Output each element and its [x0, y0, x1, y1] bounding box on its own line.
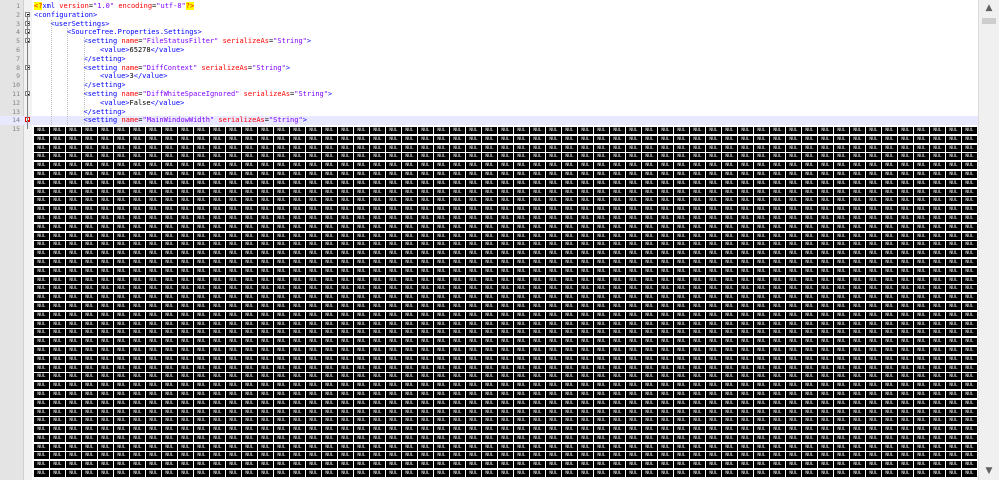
null-bytes-line: NUL NUL NUL NUL NUL NUL NUL NUL NUL NUL NUL NUL NUL N… [34, 399, 977, 409]
line-number: 7 [16, 54, 20, 63]
null-bytes-line: NUL NUL NUL NUL NUL NUL NUL NUL NUL NUL NUL NUL NUL N… [34, 320, 977, 330]
code-line[interactable]: 12 <value>False</value> [0, 99, 999, 108]
null-bytes-line: NUL NUL NUL NUL NUL NUL NUL NUL NUL NUL NUL NUL NUL N… [34, 390, 977, 400]
scroll-down-arrow-icon[interactable]: ▼ [979, 463, 999, 480]
null-bytes-line: NUL NUL NUL NUL NUL NUL NUL NUL NUL NUL NUL NUL NUL N… [34, 135, 977, 145]
null-bytes-line: NUL NUL NUL NUL NUL NUL NUL NUL NUL NUL NUL NUL NUL N… [34, 285, 977, 294]
null-bytes-line: NUL NUL NUL NUL NUL NUL NUL NUL NUL NUL NUL NUL NUL N… [34, 408, 977, 418]
null-bytes-line: NUL NUL NUL NUL NUL NUL NUL NUL NUL NUL NUL NUL NUL N… [34, 329, 977, 338]
line-number: 1 [16, 2, 20, 10]
code-line[interactable]: 9 <value>3</value> [0, 72, 999, 81]
indent-guide [50, 19, 53, 126]
line-number: 15 [12, 125, 20, 134]
code-text: </setting> [83, 54, 126, 63]
null-bytes-line: NUL NUL NUL NUL NUL NUL NUL NUL NUL NUL NUL NUL NUL N… [34, 382, 977, 391]
fold-guide-line [27, 14, 28, 130]
line-number: 6 [16, 46, 20, 54]
null-bytes-line: NUL NUL NUL NUL NUL NUL NUL NUL NUL NUL NUL NUL NUL N… [34, 170, 977, 180]
null-bytes-line: NUL NUL NUL NUL NUL NUL NUL NUL NUL NUL NUL NUL NUL N… [34, 355, 977, 365]
scroll-up-arrow-icon[interactable]: ▲ [979, 0, 999, 17]
code-text: <setting name="DiffContext" serializeAs=… [83, 63, 291, 72]
code-line[interactable]: 2 <configuration> [0, 11, 999, 20]
null-bytes-line: NUL NUL NUL NUL NUL NUL NUL NUL NUL NUL NUL NUL NUL N… [34, 267, 977, 277]
null-bytes-line: NUL NUL NUL NUL NUL NUL NUL NUL NUL NUL NUL NUL NUL N… [34, 144, 977, 154]
code-text: <setting name="DiffWhiteSpaceIgnored" se… [83, 90, 333, 98]
line-number: 12 [12, 98, 20, 107]
null-bytes-line: NUL NUL NUL NUL NUL NUL NUL NUL NUL NUL NUL NUL NUL N… [34, 276, 977, 286]
line-number: 9 [16, 72, 20, 81]
null-bytes-line: NUL NUL NUL NUL NUL NUL NUL NUL NUL NUL NUL NUL NUL N… [34, 214, 977, 224]
line-number: 4 [16, 28, 20, 37]
line-number: 5 [16, 37, 20, 46]
code-text: <?xml version="1.0" encoding="utf-8"?> [34, 2, 195, 10]
code-line[interactable]: 7 </setting> [0, 55, 999, 64]
line-number: 2 [16, 10, 20, 19]
null-bytes-line: NUL NUL NUL NUL NUL NUL NUL NUL NUL NUL NUL NUL NUL N… [34, 364, 977, 374]
null-bytes-line: NUL NUL NUL NUL NUL NUL NUL NUL NUL NUL NUL NUL NUL N… [34, 179, 977, 189]
null-bytes-line: NUL NUL NUL NUL NUL NUL NUL NUL NUL NUL NUL NUL NUL N… [34, 443, 977, 453]
null-bytes-line: NUL NUL NUL NUL NUL NUL NUL NUL NUL NUL NUL NUL NUL N… [34, 250, 977, 259]
null-bytes-line: NUL NUL NUL NUL NUL NUL NUL NUL NUL NUL NUL NUL NUL N… [34, 461, 977, 470]
null-bytes-line: NUL NUL NUL NUL NUL NUL NUL NUL NUL NUL NUL NUL NUL N… [34, 197, 977, 206]
line-number: 8 [16, 63, 20, 72]
null-bytes-line: NUL NUL NUL NUL NUL NUL NUL NUL NUL NUL NUL NUL NUL N… [34, 470, 977, 479]
null-bytes-line: NUL NUL NUL NUL NUL NUL NUL NUL NUL NUL NUL NUL NUL N… [34, 127, 977, 136]
null-bytes-line: NUL NUL NUL NUL NUL NUL NUL NUL NUL NUL NUL NUL NUL N… [34, 294, 977, 303]
null-bytes-line: NUL NUL NUL NUL NUL NUL NUL NUL NUL NUL NUL NUL NUL N… [34, 302, 977, 312]
code-text: <SourceTree.Properties.Settings> [67, 28, 202, 37]
null-bytes-line: NUL NUL NUL NUL NUL NUL NUL NUL NUL NUL NUL NUL NUL N… [34, 426, 977, 435]
line-number: 10 [12, 81, 20, 90]
null-bytes-line: NUL NUL NUL NUL NUL NUL NUL NUL NUL NUL NUL NUL NUL N… [34, 346, 977, 356]
line-number: 14 [12, 116, 20, 125]
null-bytes-line: NUL NUL NUL NUL NUL NUL NUL NUL NUL NUL NUL NUL NUL N… [34, 206, 977, 215]
code-line[interactable]: 8 <setting name="DiffContext" serializeAs… [0, 64, 999, 73]
line-number: 13 [12, 107, 20, 116]
indent-guide [83, 37, 86, 126]
code-text: <setting name="FileStatusFilter" seriali… [83, 37, 312, 46]
null-bytes-line: NUL NUL NUL NUL NUL NUL NUL NUL NUL NUL NUL NUL NUL N… [34, 338, 977, 347]
scroll-thumb[interactable] [982, 18, 996, 24]
code-line[interactable]: 4 <SourceTree.Properties.Settings> [0, 28, 999, 37]
null-bytes-line: NUL NUL NUL NUL NUL NUL NUL NUL NUL NUL NUL NUL NUL N… [34, 452, 977, 461]
null-bytes-line: NUL NUL NUL NUL NUL NUL NUL NUL NUL NUL NUL NUL NUL N… [34, 223, 977, 233]
vertical-scrollbar[interactable]: ▲ ▼ [978, 0, 999, 480]
null-bytes-line: NUL NUL NUL NUL NUL NUL NUL NUL NUL NUL NUL NUL NUL N… [34, 153, 977, 162]
null-bytes-line: NUL NUL NUL NUL NUL NUL NUL NUL NUL NUL NUL NUL NUL N… [34, 258, 977, 268]
code-text: <value>False</value> [100, 98, 185, 107]
code-line[interactable]: 13 </setting> [0, 108, 999, 117]
code-line[interactable]: 11 <setting name="DiffWhiteSpaceIgnored" … [0, 90, 999, 99]
null-bytes-line: NUL NUL NUL NUL NUL NUL NUL NUL NUL NUL NUL NUL NUL N… [34, 373, 977, 382]
code-text: <userSettings> [50, 19, 110, 28]
null-bytes-line: NUL NUL NUL NUL NUL NUL NUL NUL NUL NUL NUL NUL NUL N… [34, 311, 977, 321]
null-bytes-line: NUL NUL NUL NUL NUL NUL NUL NUL NUL NUL NUL NUL NUL N… [34, 434, 977, 444]
null-bytes-block: NUL NUL NUL NUL NUL NUL NUL NUL NUL NUL NUL NUL NUL N… [34, 127, 977, 480]
code-line[interactable]: 14 <setting name="MainWindowWidth" serial… [0, 116, 999, 126]
line-number: 3 [16, 19, 20, 28]
code-text: </setting> [83, 81, 126, 90]
null-bytes-line: NUL NUL NUL NUL NUL NUL NUL NUL NUL NUL NUL NUL NUL N… [34, 188, 977, 198]
code-text: <value>3</value> [100, 72, 168, 81]
code-text: <value>65278</value> [100, 46, 185, 54]
code-line[interactable]: 10 </setting> [0, 81, 999, 90]
null-bytes-line: NUL NUL NUL NUL NUL NUL NUL NUL NUL NUL NUL NUL NUL N… [34, 417, 977, 426]
null-bytes-line: NUL NUL NUL NUL NUL NUL NUL NUL NUL NUL NUL NUL NUL N… [34, 162, 977, 171]
null-bytes-line: NUL NUL NUL NUL NUL NUL NUL NUL NUL NUL NUL NUL NUL N… [34, 232, 977, 242]
code-line[interactable]: 1 <?xml version="1.0" encoding="utf-8"?> [0, 2, 999, 11]
code-text: <setting name="MainWindowWidth" serializ… [83, 116, 307, 125]
text-editor[interactable]: 1 <?xml version="1.0" encoding="utf-8"?> 2… [0, 0, 999, 480]
code-text: <configuration> [34, 10, 98, 19]
null-bytes-line: NUL NUL NUL NUL NUL NUL NUL NUL NUL NUL NUL NUL NUL N… [34, 241, 977, 250]
code-line[interactable]: 3 <userSettings> [0, 20, 999, 29]
code-line[interactable]: 6 <value>65278</value> [0, 46, 999, 55]
line-number: 11 [12, 90, 20, 98]
code-line[interactable]: 5 <setting name="FileStatusFilter" serial… [0, 37, 999, 46]
code-text: </setting> [83, 107, 126, 116]
indent-guide [67, 28, 69, 126]
